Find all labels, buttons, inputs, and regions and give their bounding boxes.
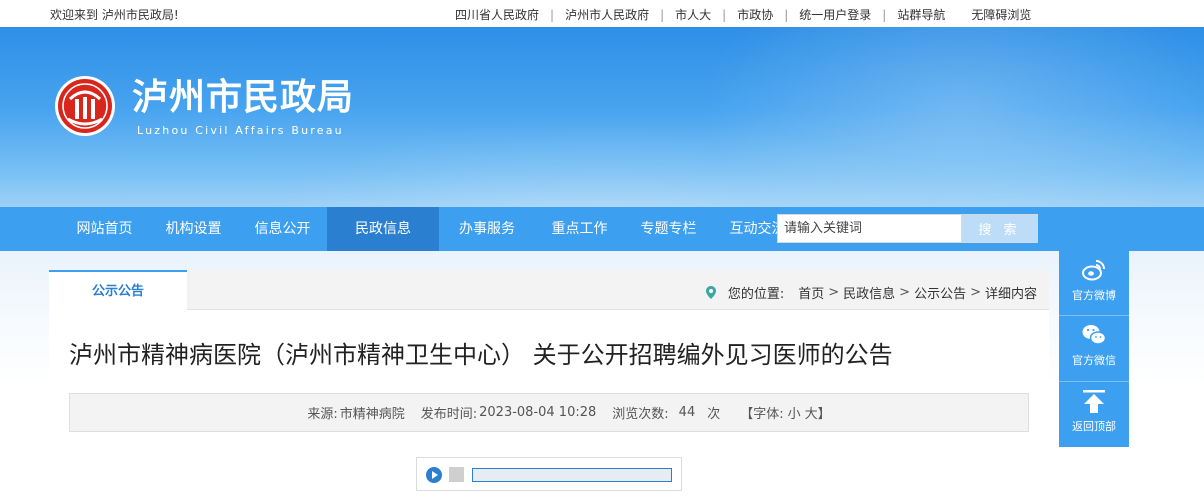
weibo-label: 官方微博	[1072, 289, 1116, 302]
views-label: 浏览次数:	[612, 407, 669, 422]
top-bar: 欢迎来到 泸州市民政局! 四川省人民政府 | 泸州市人民政府 | 市人大 | 市…	[0, 0, 1204, 27]
font-size-large-button[interactable]: 大	[805, 403, 818, 422]
published-value: 2023-08-04 10:28	[479, 405, 597, 420]
published-label: 发布时间:	[420, 407, 478, 422]
article-title: 泸州市精神病医院（泸州市精神卫生中心） 关于公开招聘编外见习医师的公告	[69, 341, 893, 369]
nav-item-civil-affairs-info[interactable]: 民政信息	[327, 207, 439, 251]
back-to-top-label: 返回顶部	[1072, 420, 1116, 433]
views-unit: 次	[707, 407, 721, 422]
audio-progress-bar[interactable]	[472, 468, 672, 482]
breadcrumb-separator-icon: >	[828, 285, 840, 300]
breadcrumb-home[interactable]: 首页	[798, 283, 824, 302]
breadcrumb-separator-icon: >	[899, 285, 911, 300]
civil-affairs-logo-icon[interactable]	[54, 75, 116, 137]
nav-item-info-disclosure[interactable]: 信息公开	[238, 207, 327, 251]
search-input[interactable]	[777, 214, 962, 243]
wechat-icon	[1082, 325, 1107, 345]
font-size-label: 【字体:	[740, 407, 784, 422]
wechat-label: 官方微信	[1072, 354, 1116, 367]
header-banner: 泸州市民政局 Luzhou Civil Affairs Bureau	[0, 27, 1204, 207]
top-link-sichuan-gov[interactable]: 四川省人民政府	[455, 6, 539, 23]
main-nav: 网站首页 机构设置 信息公开 民政信息 办事服务 重点工作 专题专栏 互动交流 …	[0, 207, 1204, 251]
breadcrumb-civil-affairs-info[interactable]: 民政信息	[843, 283, 895, 302]
nav-item-organization[interactable]: 机构设置	[149, 207, 238, 251]
arrow-up-icon	[1083, 390, 1105, 413]
top-link-site-nav[interactable]: 站群导航	[897, 6, 945, 23]
font-size-small-button[interactable]: 小	[788, 403, 801, 422]
tab-bar: 公示公告 您的位置: 首页 > 民政信息 > 公示公告 > 详细内容	[49, 270, 1049, 311]
article-meta: 来源: 市精神病院 发布时间: 2023-08-04 10:28 浏览次数: 4…	[69, 393, 1029, 432]
back-to-top-button[interactable]: 返回顶部	[1059, 382, 1129, 446]
welcome-text: 欢迎来到 泸州市民政局!	[50, 8, 179, 22]
divider: |	[722, 7, 727, 22]
official-weibo-button[interactable]: 官方微博	[1059, 251, 1129, 315]
divider: |	[550, 7, 555, 22]
top-link-login[interactable]: 统一用户登录	[799, 6, 871, 23]
tab-announcements[interactable]: 公示公告	[49, 270, 187, 311]
divider: |	[882, 7, 887, 22]
font-size-close: 】	[817, 407, 831, 422]
article-card: 公示公告 您的位置: 首页 > 民政信息 > 公示公告 > 详细内容 泸州市精神…	[49, 270, 1049, 496]
breadcrumb: 您的位置: 首页 > 民政信息 > 公示公告 > 详细内容	[705, 283, 1037, 302]
top-link-npc[interactable]: 市人大	[675, 6, 711, 23]
breadcrumb-separator-icon: >	[970, 285, 981, 300]
official-wechat-button[interactable]: 官方微信	[1059, 316, 1129, 380]
views-count: 44	[678, 405, 696, 420]
breadcrumb-announcements[interactable]: 公示公告	[914, 283, 966, 302]
source-label: 来源:	[307, 407, 338, 422]
nav-item-services[interactable]: 办事服务	[439, 207, 535, 251]
audio-player	[416, 457, 682, 491]
nav-item-home[interactable]: 网站首页	[60, 207, 149, 251]
side-float-panel: 官方微博 官方微信 返回顶部	[1059, 251, 1129, 447]
top-link-accessibility[interactable]: 无障碍浏览	[971, 6, 1031, 23]
top-links: 四川省人民政府 | 泸州市人民政府 | 市人大 | 市政协 | 统一用户登录 |…	[455, 6, 1031, 23]
location-pin-icon	[705, 286, 716, 299]
divider: |	[660, 7, 665, 22]
divider: |	[784, 7, 789, 22]
source-value: 市精神病院	[339, 407, 405, 422]
weibo-icon	[1082, 260, 1105, 281]
site-subtitle: Luzhou Civil Affairs Bureau	[137, 124, 344, 137]
nav-item-special-topics[interactable]: 专题专栏	[624, 207, 713, 251]
search-button[interactable]: 搜 索	[962, 214, 1038, 243]
top-link-cppcc[interactable]: 市政协	[737, 6, 773, 23]
site-title: 泸州市民政局	[132, 77, 355, 118]
play-icon[interactable]	[426, 467, 442, 483]
stop-icon[interactable]	[449, 467, 464, 482]
nav-item-key-work[interactable]: 重点工作	[535, 207, 624, 251]
breadcrumb-label: 您的位置:	[727, 287, 785, 302]
top-link-luzhou-gov[interactable]: 泸州市人民政府	[565, 6, 649, 23]
nav-items: 网站首页 机构设置 信息公开 民政信息 办事服务 重点工作 专题专栏 互动交流	[60, 207, 802, 251]
breadcrumb-current: 详细内容	[984, 287, 1037, 302]
